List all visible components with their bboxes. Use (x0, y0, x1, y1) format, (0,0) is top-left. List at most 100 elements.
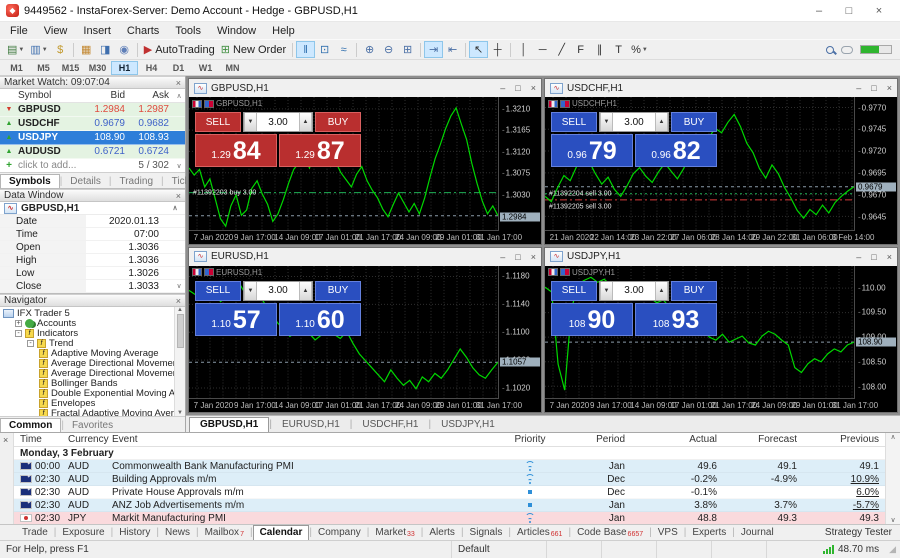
tab-common[interactable]: Common (0, 418, 62, 432)
navigator-header[interactable]: Navigator × (0, 294, 185, 307)
buy-button[interactable]: BUY (671, 112, 717, 132)
chart-close-button[interactable]: × (887, 252, 892, 262)
timeframe-m30[interactable]: M30 (84, 61, 111, 75)
volume-decrease-button[interactable]: ▼ (244, 113, 257, 131)
tile-windows-button[interactable]: ⊞ (398, 41, 417, 58)
sell-button[interactable]: SELL (195, 112, 241, 132)
new-order-button[interactable]: ⊞ New Order (218, 41, 289, 58)
volume-increase-button[interactable]: ▲ (299, 281, 312, 300)
one-click-collapse-icon[interactable] (192, 268, 202, 276)
scroll-up-icon[interactable]: ∧ (890, 433, 895, 441)
crosshair-tool-button[interactable]: ┼ (488, 41, 507, 58)
timeframe-m5[interactable]: M5 (30, 61, 57, 75)
chart-bars-button[interactable]: ‖ (296, 41, 316, 58)
status-profile[interactable]: Default (452, 541, 547, 558)
toolbox-tab-code-base[interactable]: Code Base 6657 (571, 526, 649, 540)
calendar-row[interactable]: 02:30 AUD Private House Approvals m/m Dec -0… (14, 486, 885, 499)
chart-tab-gbpusd-h1[interactable]: GBPUSD,H1 (189, 417, 270, 432)
tree-item-adaptive-moving-average[interactable]: f Adaptive Moving Average (0, 348, 174, 358)
menu-view[interactable]: View (36, 24, 76, 38)
tab-favorites[interactable]: Favorites (64, 419, 121, 432)
tree-item-accounts[interactable]: + Accounts (0, 318, 174, 328)
chart-close-button[interactable]: × (531, 252, 536, 262)
toolbox-tab-journal[interactable]: Journal (735, 526, 780, 540)
chart-minimize-button[interactable]: – (856, 83, 861, 93)
minimize-button[interactable]: – (804, 5, 834, 17)
volume-spinner[interactable]: ▼ 3.00 ▲ (599, 112, 669, 132)
chart-window-gbpusd-h1[interactable]: ∿ GBPUSD,H1 – □ × GBPUSD,H1 #11392203 buy 3.00… (188, 78, 542, 245)
toolbox-toggle-button[interactable]: ◉ (115, 41, 134, 58)
column-header-event[interactable]: Event (112, 434, 501, 445)
column-header-actual[interactable]: Actual (625, 434, 717, 445)
equidistant-channel-tool-button[interactable]: ∥ (590, 41, 609, 58)
chart-window-titlebar[interactable]: ∿ USDCHF,H1 – □ × (545, 79, 897, 97)
chart-maximize-button[interactable]: □ (871, 252, 876, 262)
timeframe-h4[interactable]: H4 (138, 61, 165, 75)
chart-tab-usdjpy-h1[interactable]: USDJPY,H1 (431, 418, 505, 432)
column-header-priority[interactable]: Priority (501, 434, 559, 445)
toolbox-tab-market[interactable]: Market 33 (369, 526, 420, 540)
chart-minimize-button[interactable]: – (500, 252, 505, 262)
column-header-previous[interactable]: Previous (797, 434, 885, 445)
add-symbol-icon[interactable]: + (0, 160, 18, 171)
chart-minimize-button[interactable]: – (856, 252, 861, 262)
buy-price-box[interactable]: 1.10 60 (279, 302, 361, 336)
toolbox-tab-articles[interactable]: Articles 661 (511, 526, 568, 540)
column-header-period[interactable]: Period (559, 434, 625, 445)
volume-decrease-button[interactable]: ▼ (600, 281, 613, 300)
chart-window-titlebar[interactable]: ∿ USDJPY,H1 – □ × (545, 248, 897, 266)
tab-details[interactable]: Details (62, 175, 109, 188)
add-symbol-label[interactable]: click to add... (18, 160, 76, 171)
column-header-currency[interactable]: Currency (68, 434, 112, 445)
market-watch-row-audusd[interactable]: ▲ AUDUSD 0.6721 0.6724 (0, 145, 185, 159)
toolbox-tab-experts[interactable]: Experts (686, 526, 732, 540)
data-window-header[interactable]: Data Window × (0, 189, 185, 202)
chart-minimize-button[interactable]: – (500, 83, 505, 93)
sell-price-box[interactable]: 108 90 (551, 302, 633, 336)
timeframe-h1[interactable]: H1 (111, 60, 138, 75)
collapse-icon[interactable]: - (15, 329, 22, 337)
navigator-close-icon[interactable]: × (176, 296, 181, 306)
sell-price-box[interactable]: 1.29 84 (195, 134, 277, 167)
search-icon[interactable] (826, 45, 834, 54)
navigator-scrollbar[interactable]: ▲ ▼ (174, 307, 185, 416)
volume-spinner[interactable]: ▼ 3.00 ▲ (243, 280, 313, 301)
close-button[interactable]: × (864, 5, 894, 17)
sell-price-box[interactable]: 1.10 57 (195, 302, 277, 336)
chart-maximize-button[interactable]: □ (515, 252, 520, 262)
chart-area[interactable]: USDJPY,H1110.00109.50109.00108.50108.001… (545, 265, 897, 412)
chart-area[interactable]: GBPUSD,H1#11392203 buy 3.001.32101.31651… (189, 97, 541, 244)
market-watch-header[interactable]: Market Watch: 09:07:04 × (0, 76, 185, 89)
market-watch-row-usdchf[interactable]: ▲ USDCHF 0.9679 0.9682 (0, 117, 185, 131)
chart-maximize-button[interactable]: □ (871, 83, 876, 93)
event-name[interactable]: Commonwealth Bank Manufacturing PMI (112, 461, 501, 472)
market-watch-close-icon[interactable]: × (176, 78, 181, 88)
calendar-row[interactable]: 00:00 AUD Commonwealth Bank Manufacturing … (14, 460, 885, 473)
vertical-line-tool-button[interactable]: │ (514, 41, 533, 58)
resize-grip[interactable]: ◢ (883, 544, 896, 555)
tree-item-fractal-adaptive-moving-avera[interactable]: f Fractal Adaptive Moving Avera (0, 408, 174, 416)
navigator-toggle-button[interactable]: ◨ (96, 41, 115, 58)
market-watch-row-usdjpy[interactable]: ▲ USDJPY 108.90 108.93 (0, 131, 185, 145)
menu-charts[interactable]: Charts (119, 24, 167, 38)
chart-window-eurusd-h1[interactable]: ∿ EURUSD,H1 –□ × EURUSD,H1 1.1180 1.1140 1.1100… (188, 246, 542, 413)
market-watch-toggle-button[interactable]: $ (51, 41, 70, 58)
timeframe-m15[interactable]: M15 (57, 61, 84, 75)
event-name[interactable]: Markit Manufacturing PMI (112, 513, 501, 524)
column-header-ask[interactable]: Ask (125, 90, 173, 101)
tree-item-average-directional-movement[interactable]: f Average Directional Movement (0, 368, 174, 378)
volume-spinner[interactable]: ▼ 3.00 ▲ (243, 112, 313, 132)
chart-tab-eurusd-h1[interactable]: EURUSD,H1 (272, 418, 350, 432)
menu-insert[interactable]: Insert (75, 24, 119, 38)
buy-button[interactable]: BUY (315, 112, 361, 132)
menu-tools[interactable]: Tools (167, 24, 209, 38)
fibonacci-tool-button[interactable]: F (571, 41, 590, 58)
scroll-up-icon[interactable]: ∧ (169, 204, 181, 212)
timeframe-mn[interactable]: MN (219, 61, 246, 75)
volume-increase-button[interactable]: ▲ (299, 113, 312, 131)
profiles-button[interactable]: ▥ ▼ (27, 41, 50, 58)
scroll-down-icon[interactable]: ∨ (890, 516, 895, 524)
scroll-down-icon[interactable]: ∨ (173, 282, 185, 290)
toolbox-tab-signals[interactable]: Signals (464, 526, 509, 540)
toolbox-tab-vps[interactable]: VPS (652, 526, 684, 540)
